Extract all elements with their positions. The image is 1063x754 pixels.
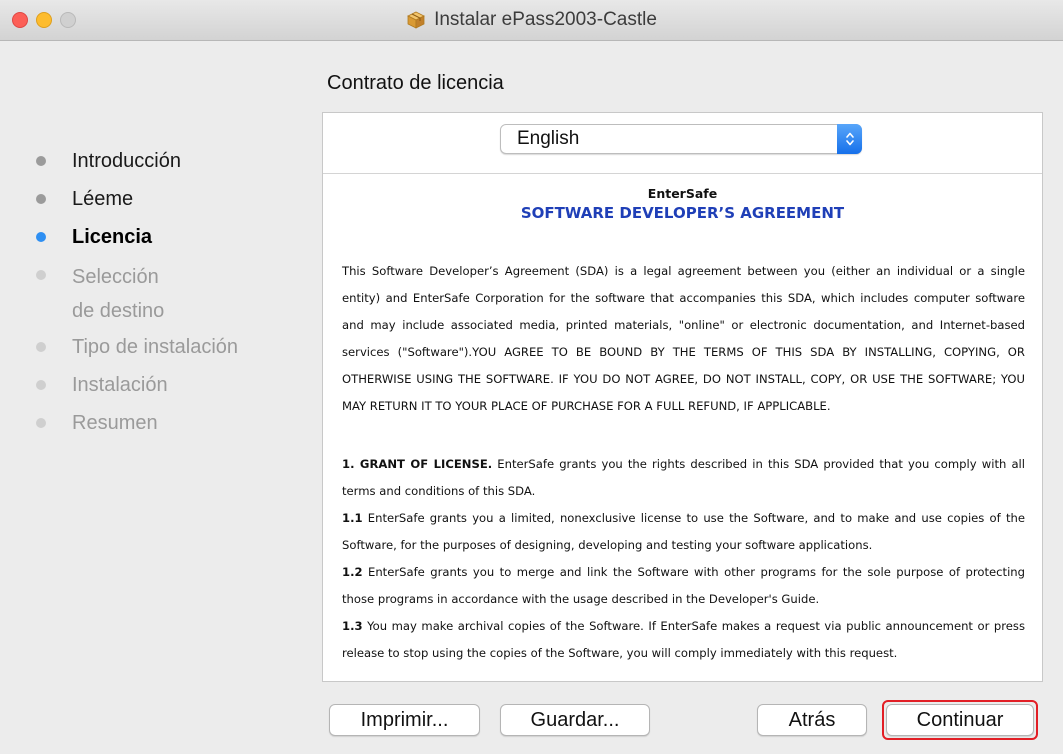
step-readme: Léeme — [36, 184, 316, 222]
clause-paragraph: 1.2 EnterSafe grants you to merge and li… — [342, 559, 1025, 613]
installer-window: Instalar ePass2003-Castle Introducción L… — [0, 0, 1063, 754]
step-destination-select: Selección de destino — [36, 260, 316, 332]
language-bar: English — [323, 113, 1042, 174]
step-summary: Resumen — [36, 408, 316, 446]
step-label: Léeme — [72, 188, 134, 210]
step-license: Licencia — [36, 222, 316, 260]
step-introduction: Introducción — [36, 146, 316, 184]
save-button[interactable]: Guardar... — [500, 704, 650, 736]
clause-text: EnterSafe grants you a limited, nonexclu… — [342, 511, 1025, 552]
intro-paragraph: This Software Developer’s Agreement (SDA… — [342, 264, 1025, 413]
step-indicator-dot — [36, 270, 46, 280]
clause-number: 1.2 — [342, 565, 363, 579]
step-label: Resumen — [72, 412, 158, 434]
step-indicator-dot — [36, 342, 46, 352]
package-icon — [406, 10, 426, 30]
clause-number: 1.1 — [342, 511, 363, 525]
step-indicator-dot — [36, 380, 46, 390]
step-label: Tipo de instalación — [72, 336, 239, 358]
clause-text: EnterSafe grants you to merge and link t… — [342, 565, 1025, 606]
step-label: Instalación — [72, 374, 168, 396]
clause-paragraph: 1.3 You may make archival copies of the … — [342, 613, 1025, 667]
clause-text: You may make archival copies of the Soft… — [342, 619, 1025, 660]
step-installation-type: Tipo de instalación — [36, 332, 316, 370]
license-panel: English EnterSafe SOFTWARE DEVELOPER’S A… — [322, 112, 1043, 682]
step-indicator-dot — [36, 232, 46, 242]
step-label: Selección de destino — [72, 266, 165, 322]
title-bar: Instalar ePass2003-Castle — [0, 0, 1063, 41]
up-down-chevron-icon[interactable] — [837, 124, 862, 154]
clause-number: 1.3 — [342, 619, 363, 633]
installer-steps: Introducción Léeme Licencia Selección de… — [36, 146, 316, 446]
language-select[interactable]: English — [500, 124, 862, 154]
step-label: Introducción — [72, 150, 181, 172]
step-label: Licencia — [72, 226, 153, 248]
language-select-value: English — [517, 128, 580, 149]
print-button[interactable]: Imprimir... — [329, 704, 480, 736]
document-company: EnterSafe — [647, 186, 718, 201]
document-heading: SOFTWARE DEVELOPER’S AGREEMENT — [520, 204, 845, 222]
step-indicator-dot — [36, 156, 46, 166]
clause-paragraph: 1. GRANT OF LICENSE. EnterSafe grants yo… — [342, 451, 1025, 505]
window-title: Instalar ePass2003-Castle — [434, 9, 657, 30]
back-button[interactable]: Atrás — [757, 704, 867, 736]
step-indicator-dot — [36, 418, 46, 428]
clause-number: 1. GRANT OF LICENSE. — [342, 457, 493, 471]
continue-button[interactable]: Continuar — [886, 704, 1034, 736]
section-title: Contrato de licencia — [327, 72, 504, 94]
license-text[interactable]: EnterSafe SOFTWARE DEVELOPER’S AGREEMENT… — [323, 174, 1042, 681]
step-installation: Instalación — [36, 370, 316, 408]
step-indicator-dot — [36, 194, 46, 204]
window-title-group: Instalar ePass2003-Castle — [0, 0, 1063, 40]
clause-paragraph: 1.1 EnterSafe grants you a limited, none… — [342, 505, 1025, 559]
